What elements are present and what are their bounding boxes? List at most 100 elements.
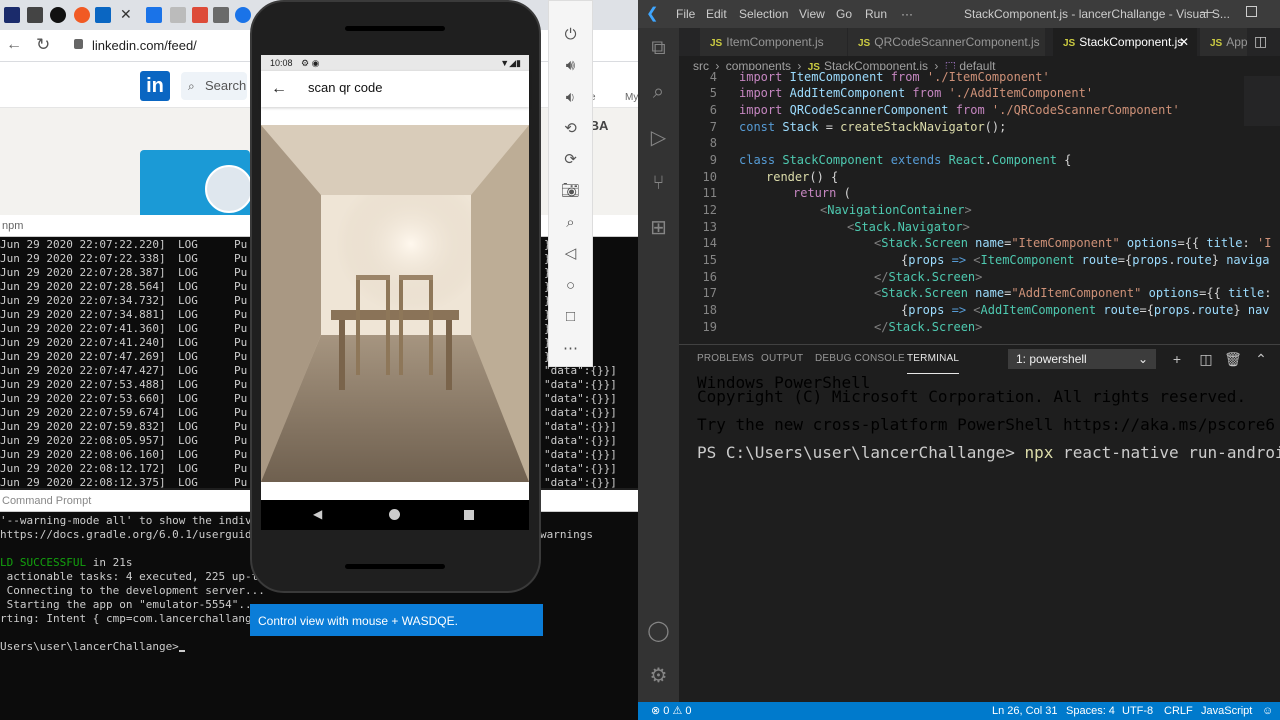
cmd-line: Connecting to the development server...	[0, 584, 265, 597]
nav-partial-right[interactable]: My	[625, 92, 638, 103]
panel-tab-output[interactable]: OUTPUT	[761, 344, 803, 374]
tab-favicon-orange-icon[interactable]	[74, 7, 90, 23]
reload-icon[interactable]: ↻	[36, 35, 50, 55]
overview-square-icon[interactable]: □	[548, 304, 593, 330]
tab-item-component[interactable]: JS ItemComponent.js	[700, 28, 848, 56]
trash-icon[interactable]: 🗑︎	[1223, 349, 1243, 369]
line-number: 17	[702, 286, 717, 300]
home-circle-icon[interactable]: ○	[548, 273, 593, 299]
cmd-prompt-text: Users\user\lancerChallange>	[0, 640, 179, 653]
terminal-prompt-line[interactable]: PS C:\Users\user\lancerChallange> npx re…	[697, 445, 1280, 461]
settings-gear-icon[interactable]: ⚙	[638, 656, 679, 696]
maximize-panel-icon[interactable]: ⌃	[1251, 349, 1271, 369]
nav-back-icon[interactable]: ◀	[313, 507, 322, 521]
source-control-icon[interactable]: ⑂	[638, 163, 679, 203]
split-terminal-icon[interactable]: ◫	[1196, 349, 1216, 369]
log-tail: "data":{}}]	[544, 378, 617, 391]
lock-icon	[74, 39, 83, 49]
nav-overview-icon[interactable]	[464, 510, 474, 520]
js-file-icon: JS	[1063, 38, 1076, 49]
power-icon[interactable]: ⏻	[548, 22, 593, 48]
menu-run[interactable]: Run	[865, 7, 887, 21]
status-eol[interactable]: CRLF	[1164, 702, 1193, 720]
menu-selection[interactable]: Selection	[739, 7, 788, 21]
tab-stack-component[interactable]: JS StackComponent.js ✕	[1053, 28, 1198, 56]
error-icon: ⊗	[651, 705, 661, 717]
tab-favicon-download-icon[interactable]	[213, 7, 229, 23]
volume-up-icon[interactable]: 🔊︎	[548, 53, 593, 79]
linkedin-search[interactable]: ⌕ Search	[181, 72, 247, 100]
line-number: 4	[709, 70, 717, 84]
panel-tab-terminal[interactable]: TERMINAL	[907, 344, 960, 374]
tab-favicon-blue-icon[interactable]	[146, 7, 162, 23]
account-icon[interactable]: ◯	[638, 611, 679, 651]
log-level: LOG	[178, 252, 198, 265]
explorer-icon[interactable]: ⧉	[638, 28, 679, 68]
feedback-icon[interactable]: ☺	[1262, 702, 1273, 720]
extensions-icon[interactable]: ⊞	[638, 208, 679, 248]
rotate-left-icon[interactable]: ⟲	[548, 116, 593, 142]
code-line: class StackComponent extends React.Compo…	[739, 153, 1072, 167]
search-icon[interactable]: ⌕	[638, 72, 679, 112]
menu-view[interactable]: View	[799, 7, 825, 21]
status-problems[interactable]: ⊗ 0 ⚠ 0	[651, 702, 692, 720]
tab-favicon-edit-icon[interactable]	[27, 7, 43, 23]
minimize-icon[interactable]: —	[1200, 4, 1213, 19]
new-terminal-icon[interactable]: +	[1167, 349, 1187, 369]
menu-more[interactable]: ···	[901, 7, 913, 21]
log-message: Pu	[234, 378, 248, 391]
tab-close-icon[interactable]: ✕	[1179, 28, 1189, 56]
log-timestamp: Jun 29 2020 22:07:53.488]	[0, 378, 166, 391]
menu-edit[interactable]: Edit	[706, 7, 727, 21]
tab-favicon-red-icon[interactable]	[192, 7, 208, 23]
maximize-icon[interactable]	[1246, 6, 1257, 17]
tab-favicon-j-icon[interactable]	[50, 7, 66, 23]
log-message: Pu	[234, 462, 248, 475]
cmd-prompt[interactable]: Users\user\lancerChallange>	[0, 640, 185, 654]
code-line: import AddItemComponent from './AddItemC…	[739, 86, 1094, 100]
rotate-right-icon[interactable]: ⟳	[548, 147, 593, 173]
log-timestamp: Jun 29 2020 22:07:22.220]	[0, 238, 166, 251]
panel-tab-debug-console[interactable]: DEBUG CONSOLE	[815, 344, 905, 374]
minimap[interactable]	[1244, 76, 1280, 126]
cmd-line-tail: warnings	[540, 528, 593, 541]
url-text[interactable]: linkedin.com/feed/	[92, 38, 197, 53]
log-tail: "data":{}}]	[544, 434, 617, 447]
nav-home-icon[interactable]	[389, 509, 400, 520]
more-icon[interactable]: ⋯	[548, 336, 593, 362]
camera-icon[interactable]: 📷︎	[548, 178, 593, 204]
camera-preview[interactable]	[261, 125, 529, 482]
volume-down-icon[interactable]: 🔉︎	[548, 85, 593, 111]
back-triangle-icon[interactable]: ◁	[548, 241, 593, 267]
status-position[interactable]: Ln 26, Col 31	[992, 702, 1057, 720]
run-debug-icon[interactable]: ▷	[638, 118, 679, 158]
log-level: LOG	[178, 406, 198, 419]
back-arrow-icon[interactable]: ←	[268, 78, 290, 100]
log-message: Pu	[234, 308, 248, 321]
log-tail: "data":{}}]	[544, 476, 617, 488]
code-line: import ItemComponent from './ItemCompone…	[739, 70, 1050, 84]
back-icon[interactable]: ←	[6, 36, 22, 54]
tab-close-icon[interactable]: ✕	[120, 6, 132, 23]
status-encoding[interactable]: UTF-8	[1122, 702, 1153, 720]
zoom-icon[interactable]: ⌕	[548, 210, 593, 236]
status-language[interactable]: JavaScript	[1201, 702, 1252, 720]
avatar[interactable]	[205, 165, 253, 213]
tab-favicon-grey-icon[interactable]	[170, 7, 186, 23]
tab-favicon-shield-icon[interactable]	[235, 7, 251, 23]
menu-file[interactable]: File	[676, 7, 695, 21]
panel-tab-problems[interactable]: PROBLEMS	[697, 344, 754, 374]
tab-qrcode-component[interactable]: JS QRCodeScannerComponent.js	[848, 28, 1046, 56]
tab-favicon-linkedin-icon[interactable]	[95, 7, 111, 23]
log-message: Pu	[234, 280, 248, 293]
line-number: 6	[709, 103, 717, 117]
code-editor[interactable]: 4 5 6 7 8 9 10 11 12 13 14 15 16 17 18 1…	[679, 70, 1280, 342]
line-number: 16	[702, 270, 717, 284]
tab-favicon-mail-icon[interactable]	[4, 7, 20, 23]
status-spaces[interactable]: Spaces: 4	[1066, 702, 1115, 720]
split-editor-icon[interactable]: ◫	[1254, 33, 1267, 50]
tab-app[interactable]: JS App	[1200, 28, 1248, 56]
terminal-select[interactable]: 1: powershell ⌄	[1008, 349, 1156, 369]
menu-go[interactable]: Go	[836, 7, 852, 21]
linkedin-logo[interactable]: in	[140, 71, 170, 101]
